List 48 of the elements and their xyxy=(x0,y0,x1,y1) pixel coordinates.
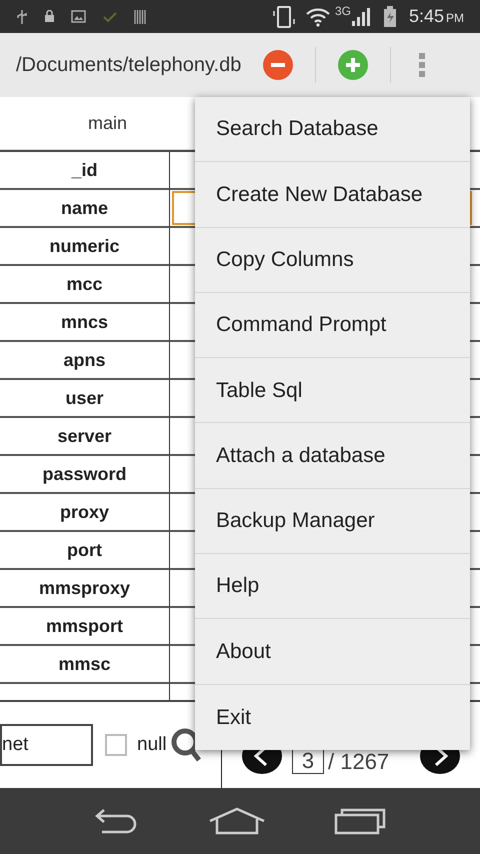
page-count: / 1267 xyxy=(328,750,390,774)
menu-item[interactable]: Search Database xyxy=(195,97,470,162)
battery-icon xyxy=(382,6,397,28)
column-name-cell: password xyxy=(0,456,170,494)
null-checkbox[interactable] xyxy=(105,734,127,756)
plus-icon xyxy=(346,58,360,72)
column-name-cell: mcc xyxy=(0,266,170,304)
menu-item[interactable]: Copy Columns xyxy=(195,228,470,293)
column-name-cell: numeric xyxy=(0,228,170,266)
column-name-cell: user xyxy=(0,380,170,418)
value-field[interactable]: net xyxy=(0,724,93,766)
lock-icon xyxy=(44,10,55,23)
home-icon[interactable] xyxy=(208,807,266,835)
network-type: 3G xyxy=(334,3,351,20)
column-name-cell: mmsc xyxy=(0,646,170,684)
remove-button[interactable] xyxy=(263,50,294,80)
column-name-cell: _id xyxy=(0,152,170,190)
menu-item[interactable]: Help xyxy=(195,554,470,620)
minus-icon xyxy=(271,63,286,67)
column-name-cell: port xyxy=(0,532,170,570)
menu-item[interactable]: Table Sql xyxy=(195,358,470,424)
add-button[interactable] xyxy=(338,50,368,80)
menu-item[interactable]: About xyxy=(195,619,470,685)
image-icon xyxy=(71,10,86,23)
column-name-cell: mncs xyxy=(0,304,170,342)
signal-icon xyxy=(350,6,371,26)
column-name-cell: server xyxy=(0,418,170,456)
menu-item[interactable]: Backup Manager xyxy=(195,488,470,554)
more-icon xyxy=(419,53,426,77)
vibrate-icon xyxy=(270,4,297,28)
menu-item[interactable]: Attach a database xyxy=(195,423,470,489)
column-name-cell: mmsport xyxy=(0,608,170,646)
file-path: /Documents/telephony.db xyxy=(16,53,242,78)
menu-item[interactable]: Create New Database xyxy=(195,162,470,228)
null-label: null xyxy=(137,732,167,757)
recent-apps-icon[interactable] xyxy=(334,807,386,835)
column-name-cell: mmsproxy xyxy=(0,570,170,608)
column-name-cell: proxy xyxy=(0,494,170,532)
wifi-icon xyxy=(304,6,331,26)
column-name-cell: name xyxy=(0,190,170,228)
search-icon[interactable] xyxy=(170,728,201,762)
table-name: main xyxy=(88,112,128,134)
menu-item[interactable]: Command Prompt xyxy=(195,292,470,358)
usb-icon xyxy=(16,8,28,24)
clock: 5:45 PM xyxy=(408,5,464,28)
check-icon xyxy=(102,10,118,22)
barcode-icon xyxy=(134,8,146,24)
column-name-cell: apns xyxy=(0,342,170,380)
